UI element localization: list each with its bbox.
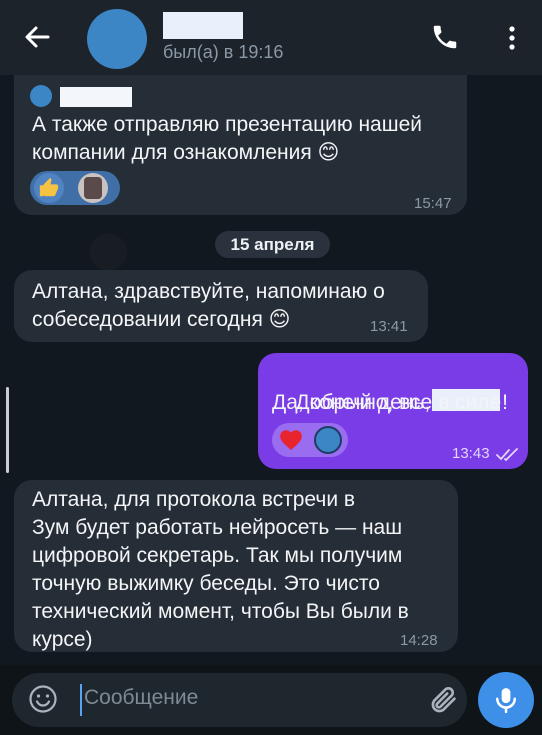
paperclip-icon[interactable]: [428, 683, 460, 717]
contact-name-redacted[interactable]: [163, 12, 243, 39]
arrow-left-icon[interactable]: [22, 22, 52, 52]
message-time: 13:43: [452, 445, 490, 462]
reply-preview[interactable]: [30, 83, 140, 107]
microphone-icon: [496, 688, 516, 714]
avatar[interactable]: [87, 9, 147, 69]
heart-icon: [280, 430, 302, 451]
text-caret: [80, 684, 82, 716]
reactions[interactable]: [30, 171, 120, 205]
reply-name-redacted: [60, 87, 132, 107]
double-check-icon: [496, 448, 518, 462]
reply-avatar: [30, 85, 52, 107]
message-bubble-incoming[interactable]: А также отправляю презентацию нашей комп…: [14, 75, 467, 215]
reaction-photo-avatar: [78, 173, 108, 203]
reactions[interactable]: [272, 423, 348, 457]
reaction-avatar: [314, 426, 342, 454]
message-bubble-incoming[interactable]: Алтана, для протокола встречи в Зум буде…: [14, 480, 458, 652]
scrollbar[interactable]: [6, 387, 9, 473]
message-text: Алтана, для протокола встречи в Зум буде…: [32, 488, 409, 651]
date-separator: 15 апреля: [215, 231, 330, 258]
last-seen-status: был(а) в 19:16: [163, 42, 284, 62]
message-time: 13:41: [370, 318, 408, 335]
message-bubble-incoming[interactable]: Алтана, здравствуйте, напоминаю о собесе…: [14, 270, 428, 342]
microphone-button[interactable]: [478, 672, 534, 728]
more-vertical-icon[interactable]: [500, 24, 524, 52]
smile-icon[interactable]: [28, 684, 58, 714]
message-text-line2: Да, конечно, все в силе: [272, 391, 502, 414]
message-text: А также отправляю презентацию нашей комп…: [32, 113, 422, 164]
message-text: Алтана, здравствуйте, напоминаю о собесе…: [32, 280, 385, 331]
message-time: 15:47: [414, 195, 452, 212]
thumbs-up-icon: [34, 173, 64, 203]
phone-icon[interactable]: [430, 22, 460, 52]
message-input-placeholder: Сообщение: [84, 686, 199, 709]
greeting-suffix: !: [502, 391, 508, 414]
chat-header: был(а) в 19:16: [0, 0, 542, 75]
message-time: 14:28: [400, 632, 438, 649]
message-bubble-outgoing[interactable]: Добрый день,! Да, конечно, все в силе 13…: [258, 353, 528, 469]
